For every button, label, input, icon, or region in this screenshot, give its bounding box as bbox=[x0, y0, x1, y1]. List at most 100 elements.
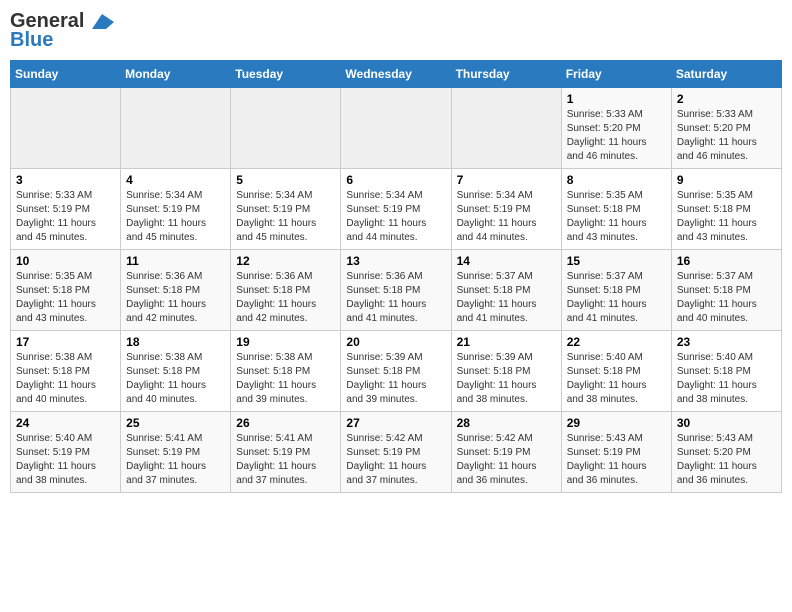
sunset: Sunset: 5:20 PM bbox=[677, 447, 751, 458]
sunset: Sunset: 5:20 PM bbox=[677, 123, 751, 134]
calendar-cell: 10 Sunrise: 5:35 AM Sunset: 5:18 PM Dayl… bbox=[11, 250, 121, 331]
calendar-week-row: 24 Sunrise: 5:40 AM Sunset: 5:19 PM Dayl… bbox=[11, 412, 782, 493]
day-number: 4 bbox=[126, 173, 225, 187]
sunrise: Sunrise: 5:34 AM bbox=[236, 190, 312, 201]
daylight: Daylight: 11 hours and 37 minutes. bbox=[236, 461, 316, 486]
sunrise: Sunrise: 5:36 AM bbox=[236, 271, 312, 282]
calendar-cell: 23 Sunrise: 5:40 AM Sunset: 5:18 PM Dayl… bbox=[671, 331, 781, 412]
logo-icon bbox=[92, 14, 114, 29]
calendar-week-row: 1 Sunrise: 5:33 AM Sunset: 5:20 PM Dayli… bbox=[11, 88, 782, 169]
day-info: Sunrise: 5:40 AM Sunset: 5:18 PM Dayligh… bbox=[567, 351, 666, 407]
calendar-week-row: 17 Sunrise: 5:38 AM Sunset: 5:18 PM Dayl… bbox=[11, 331, 782, 412]
weekday-header: Sunday bbox=[11, 61, 121, 88]
calendar-cell: 24 Sunrise: 5:40 AM Sunset: 5:19 PM Dayl… bbox=[11, 412, 121, 493]
daylight: Daylight: 11 hours and 40 minutes. bbox=[126, 380, 206, 405]
day-info: Sunrise: 5:36 AM Sunset: 5:18 PM Dayligh… bbox=[346, 270, 445, 326]
sunrise: Sunrise: 5:35 AM bbox=[16, 271, 92, 282]
daylight: Daylight: 11 hours and 42 minutes. bbox=[236, 299, 316, 324]
daylight: Daylight: 11 hours and 38 minutes. bbox=[567, 380, 647, 405]
day-info: Sunrise: 5:39 AM Sunset: 5:18 PM Dayligh… bbox=[346, 351, 445, 407]
daylight: Daylight: 11 hours and 39 minutes. bbox=[346, 380, 426, 405]
page-header: General Blue bbox=[10, 10, 782, 52]
calendar-cell: 15 Sunrise: 5:37 AM Sunset: 5:18 PM Dayl… bbox=[561, 250, 671, 331]
calendar-cell bbox=[341, 88, 451, 169]
day-info: Sunrise: 5:38 AM Sunset: 5:18 PM Dayligh… bbox=[126, 351, 225, 407]
day-info: Sunrise: 5:35 AM Sunset: 5:18 PM Dayligh… bbox=[16, 270, 115, 326]
sunset: Sunset: 5:19 PM bbox=[457, 447, 531, 458]
weekday-header: Wednesday bbox=[341, 61, 451, 88]
sunset: Sunset: 5:18 PM bbox=[677, 204, 751, 215]
sunset: Sunset: 5:18 PM bbox=[567, 204, 641, 215]
day-number: 28 bbox=[457, 416, 556, 430]
day-number: 11 bbox=[126, 254, 225, 268]
sunrise: Sunrise: 5:39 AM bbox=[346, 352, 422, 363]
logo: General Blue bbox=[10, 10, 114, 52]
sunrise: Sunrise: 5:43 AM bbox=[677, 433, 753, 444]
sunset: Sunset: 5:18 PM bbox=[236, 285, 310, 296]
calendar-cell: 18 Sunrise: 5:38 AM Sunset: 5:18 PM Dayl… bbox=[121, 331, 231, 412]
calendar-cell: 13 Sunrise: 5:36 AM Sunset: 5:18 PM Dayl… bbox=[341, 250, 451, 331]
calendar-cell: 27 Sunrise: 5:42 AM Sunset: 5:19 PM Dayl… bbox=[341, 412, 451, 493]
sunset: Sunset: 5:18 PM bbox=[126, 366, 200, 377]
day-info: Sunrise: 5:37 AM Sunset: 5:18 PM Dayligh… bbox=[567, 270, 666, 326]
calendar-header-row: SundayMondayTuesdayWednesdayThursdayFrid… bbox=[11, 61, 782, 88]
day-number: 6 bbox=[346, 173, 445, 187]
day-number: 8 bbox=[567, 173, 666, 187]
day-number: 29 bbox=[567, 416, 666, 430]
day-info: Sunrise: 5:41 AM Sunset: 5:19 PM Dayligh… bbox=[126, 432, 225, 488]
sunset: Sunset: 5:19 PM bbox=[126, 447, 200, 458]
daylight: Daylight: 11 hours and 38 minutes. bbox=[677, 380, 757, 405]
daylight: Daylight: 11 hours and 40 minutes. bbox=[16, 380, 96, 405]
day-number: 19 bbox=[236, 335, 335, 349]
day-info: Sunrise: 5:33 AM Sunset: 5:20 PM Dayligh… bbox=[677, 108, 776, 164]
sunset: Sunset: 5:18 PM bbox=[346, 366, 420, 377]
calendar-cell: 5 Sunrise: 5:34 AM Sunset: 5:19 PM Dayli… bbox=[231, 169, 341, 250]
daylight: Daylight: 11 hours and 45 minutes. bbox=[126, 218, 206, 243]
day-number: 1 bbox=[567, 92, 666, 106]
daylight: Daylight: 11 hours and 38 minutes. bbox=[16, 461, 96, 486]
calendar-cell: 11 Sunrise: 5:36 AM Sunset: 5:18 PM Dayl… bbox=[121, 250, 231, 331]
day-info: Sunrise: 5:33 AM Sunset: 5:19 PM Dayligh… bbox=[16, 189, 115, 245]
day-info: Sunrise: 5:33 AM Sunset: 5:20 PM Dayligh… bbox=[567, 108, 666, 164]
day-number: 7 bbox=[457, 173, 556, 187]
calendar-week-row: 10 Sunrise: 5:35 AM Sunset: 5:18 PM Dayl… bbox=[11, 250, 782, 331]
sunrise: Sunrise: 5:37 AM bbox=[567, 271, 643, 282]
sunset: Sunset: 5:19 PM bbox=[346, 204, 420, 215]
sunrise: Sunrise: 5:41 AM bbox=[126, 433, 202, 444]
weekday-header: Thursday bbox=[451, 61, 561, 88]
sunset: Sunset: 5:19 PM bbox=[236, 204, 310, 215]
calendar-cell: 26 Sunrise: 5:41 AM Sunset: 5:19 PM Dayl… bbox=[231, 412, 341, 493]
calendar-cell: 3 Sunrise: 5:33 AM Sunset: 5:19 PM Dayli… bbox=[11, 169, 121, 250]
sunset: Sunset: 5:19 PM bbox=[567, 447, 641, 458]
calendar-cell: 19 Sunrise: 5:38 AM Sunset: 5:18 PM Dayl… bbox=[231, 331, 341, 412]
calendar-cell: 25 Sunrise: 5:41 AM Sunset: 5:19 PM Dayl… bbox=[121, 412, 231, 493]
sunrise: Sunrise: 5:41 AM bbox=[236, 433, 312, 444]
calendar-cell bbox=[451, 88, 561, 169]
calendar-cell: 4 Sunrise: 5:34 AM Sunset: 5:19 PM Dayli… bbox=[121, 169, 231, 250]
daylight: Daylight: 11 hours and 44 minutes. bbox=[346, 218, 426, 243]
sunrise: Sunrise: 5:38 AM bbox=[16, 352, 92, 363]
weekday-header: Tuesday bbox=[231, 61, 341, 88]
day-number: 20 bbox=[346, 335, 445, 349]
weekday-header: Saturday bbox=[671, 61, 781, 88]
sunset: Sunset: 5:18 PM bbox=[16, 285, 90, 296]
sunrise: Sunrise: 5:38 AM bbox=[126, 352, 202, 363]
sunset: Sunset: 5:18 PM bbox=[457, 366, 531, 377]
day-info: Sunrise: 5:35 AM Sunset: 5:18 PM Dayligh… bbox=[567, 189, 666, 245]
daylight: Daylight: 11 hours and 46 minutes. bbox=[677, 137, 757, 162]
daylight: Daylight: 11 hours and 40 minutes. bbox=[677, 299, 757, 324]
daylight: Daylight: 11 hours and 43 minutes. bbox=[567, 218, 647, 243]
sunset: Sunset: 5:18 PM bbox=[16, 366, 90, 377]
calendar-cell: 30 Sunrise: 5:43 AM Sunset: 5:20 PM Dayl… bbox=[671, 412, 781, 493]
sunrise: Sunrise: 5:33 AM bbox=[16, 190, 92, 201]
sunset: Sunset: 5:18 PM bbox=[346, 285, 420, 296]
daylight: Daylight: 11 hours and 36 minutes. bbox=[567, 461, 647, 486]
daylight: Daylight: 11 hours and 36 minutes. bbox=[457, 461, 537, 486]
day-number: 27 bbox=[346, 416, 445, 430]
daylight: Daylight: 11 hours and 37 minutes. bbox=[126, 461, 206, 486]
calendar-cell: 12 Sunrise: 5:36 AM Sunset: 5:18 PM Dayl… bbox=[231, 250, 341, 331]
sunrise: Sunrise: 5:33 AM bbox=[677, 109, 753, 120]
day-number: 17 bbox=[16, 335, 115, 349]
day-number: 16 bbox=[677, 254, 776, 268]
day-info: Sunrise: 5:39 AM Sunset: 5:18 PM Dayligh… bbox=[457, 351, 556, 407]
